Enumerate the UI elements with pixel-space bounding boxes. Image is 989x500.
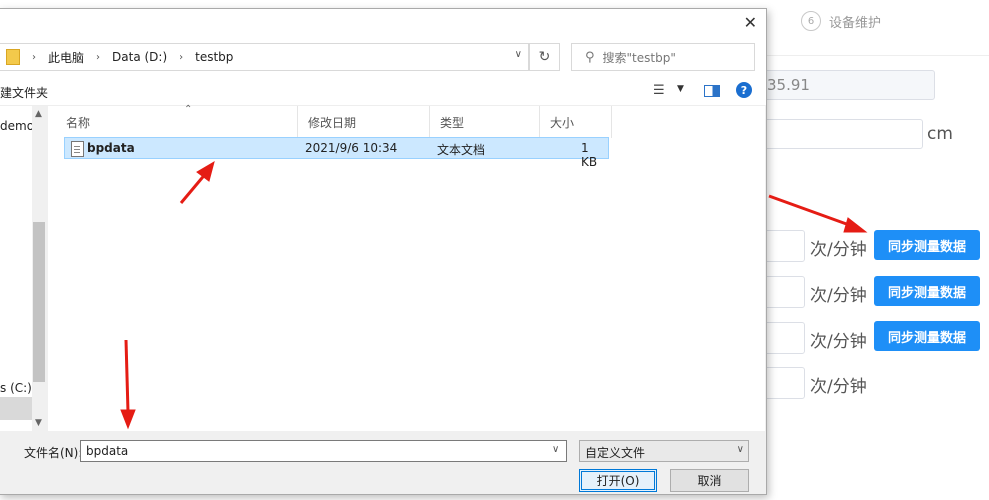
search-placeholder: 搜索"testbp" [602, 50, 676, 65]
breadcrumb-this-pc[interactable]: 此电脑 [48, 49, 84, 66]
scroll-up-icon[interactable]: ▲ [35, 109, 42, 119]
rate-unit-3: 次/分钟 [810, 332, 867, 352]
file-type-value: 自定义文件 [585, 446, 646, 460]
breadcrumb-testbp[interactable]: testbp [195, 50, 233, 64]
chevron-down-icon: ∨ [736, 444, 744, 455]
column-header-size[interactable]: 大小 [540, 106, 612, 138]
column-size-label: 大小 [550, 115, 575, 130]
sync-measure-button-1[interactable]: 同步测量数据 [874, 230, 980, 260]
search-input[interactable]: ⚲ 搜索"testbp" [571, 43, 755, 71]
open-button[interactable]: 打开(O) [579, 469, 657, 492]
close-icon[interactable]: ✕ [744, 13, 757, 32]
rate-unit-4: 次/分钟 [810, 377, 867, 397]
step-device-maintenance[interactable]: 6 设备维护 [801, 11, 881, 31]
preview-pane-icon[interactable] [704, 85, 720, 97]
view-options-icon[interactable]: ☰ [653, 83, 665, 98]
refresh-button[interactable]: ↻ [529, 43, 560, 71]
column-type-label: 类型 [440, 115, 465, 130]
sort-ascending-icon: ⌃ [184, 104, 193, 115]
dialog-title-bar: ✕ [0, 9, 766, 37]
file-open-dialog: ✕ › 此电脑 › Data (D:) › testbp ∨ ↻ ⚲ 搜索"te… [0, 8, 767, 495]
folder-icon [6, 49, 20, 65]
file-size: 1 KB [581, 141, 598, 169]
column-modified-label: 修改日期 [308, 115, 357, 130]
step-label: 设备维护 [829, 15, 882, 31]
nav-item-drive-c[interactable]: s (C:) [0, 381, 32, 395]
breadcrumb-separator-icon: › [32, 51, 36, 63]
sync-measure-button-3[interactable]: 同步测量数据 [874, 321, 980, 351]
text-file-icon [71, 141, 84, 157]
nav-scrollbar[interactable]: ▲ ▼ [32, 106, 46, 431]
address-bar[interactable]: › 此电脑 › Data (D:) › testbp ∨ [0, 43, 529, 71]
view-dropdown-icon[interactable]: ▼ [677, 84, 684, 94]
breadcrumb-separator-icon: › [179, 51, 184, 63]
height-unit: cm [927, 124, 953, 144]
breadcrumb-separator-icon: › [96, 51, 101, 63]
file-modified: 2021/9/6 10:34 [305, 141, 398, 155]
refresh-icon: ↻ [538, 49, 551, 65]
chevron-down-icon[interactable]: ∨ [515, 49, 522, 60]
chevron-down-icon[interactable]: ∨ [552, 444, 559, 455]
filename-input[interactable]: bpdata [80, 440, 567, 462]
dialog-toolbar: 建文件夹 ☰ ▼ ? [0, 77, 766, 106]
scroll-down-icon[interactable]: ▼ [35, 418, 42, 428]
search-icon: ⚲ [585, 49, 595, 65]
new-folder-button[interactable]: 建文件夹 [0, 84, 48, 101]
address-row: › 此电脑 › Data (D:) › testbp ∨ ↻ ⚲ 搜索"test… [0, 37, 766, 77]
nav-selected-item[interactable] [0, 397, 32, 420]
header-divider [766, 55, 989, 56]
column-name-label: 名称 [66, 115, 91, 130]
column-header-modified[interactable]: 修改日期 [298, 106, 430, 138]
file-name: bpdata [87, 141, 135, 155]
rate-unit-2: 次/分钟 [810, 286, 867, 306]
readonly-value: 35.91 [767, 76, 810, 94]
column-header-type[interactable]: 类型 [430, 106, 540, 138]
file-row[interactable]: bpdata 2021/9/6 10:34 文本文档 1 KB [64, 137, 609, 169]
scroll-thumb[interactable] [33, 222, 45, 382]
cancel-button[interactable]: 取消 [670, 469, 749, 492]
file-type: 文本文档 [437, 143, 486, 157]
sync-measure-button-2[interactable]: 同步测量数据 [874, 276, 980, 306]
file-list-pane: 名称 ⌃ 修改日期 类型 大小 bpdata 2021/9/6 10:34 文本… [48, 104, 765, 431]
file-type-select[interactable]: 自定义文件 ∨ [579, 440, 749, 462]
filename-label: 文件名(N): [24, 446, 83, 460]
breadcrumb-drive-d[interactable]: Data (D:) [112, 50, 167, 64]
rate-unit-1: 次/分钟 [810, 240, 867, 260]
help-icon[interactable]: ? [736, 82, 752, 98]
column-header-name[interactable]: 名称 ⌃ [56, 104, 298, 138]
step-number: 6 [801, 11, 821, 31]
dialog-footer: 文件名(N): bpdata ∨ 自定义文件 ∨ 打开(O) 取消 [0, 431, 766, 494]
